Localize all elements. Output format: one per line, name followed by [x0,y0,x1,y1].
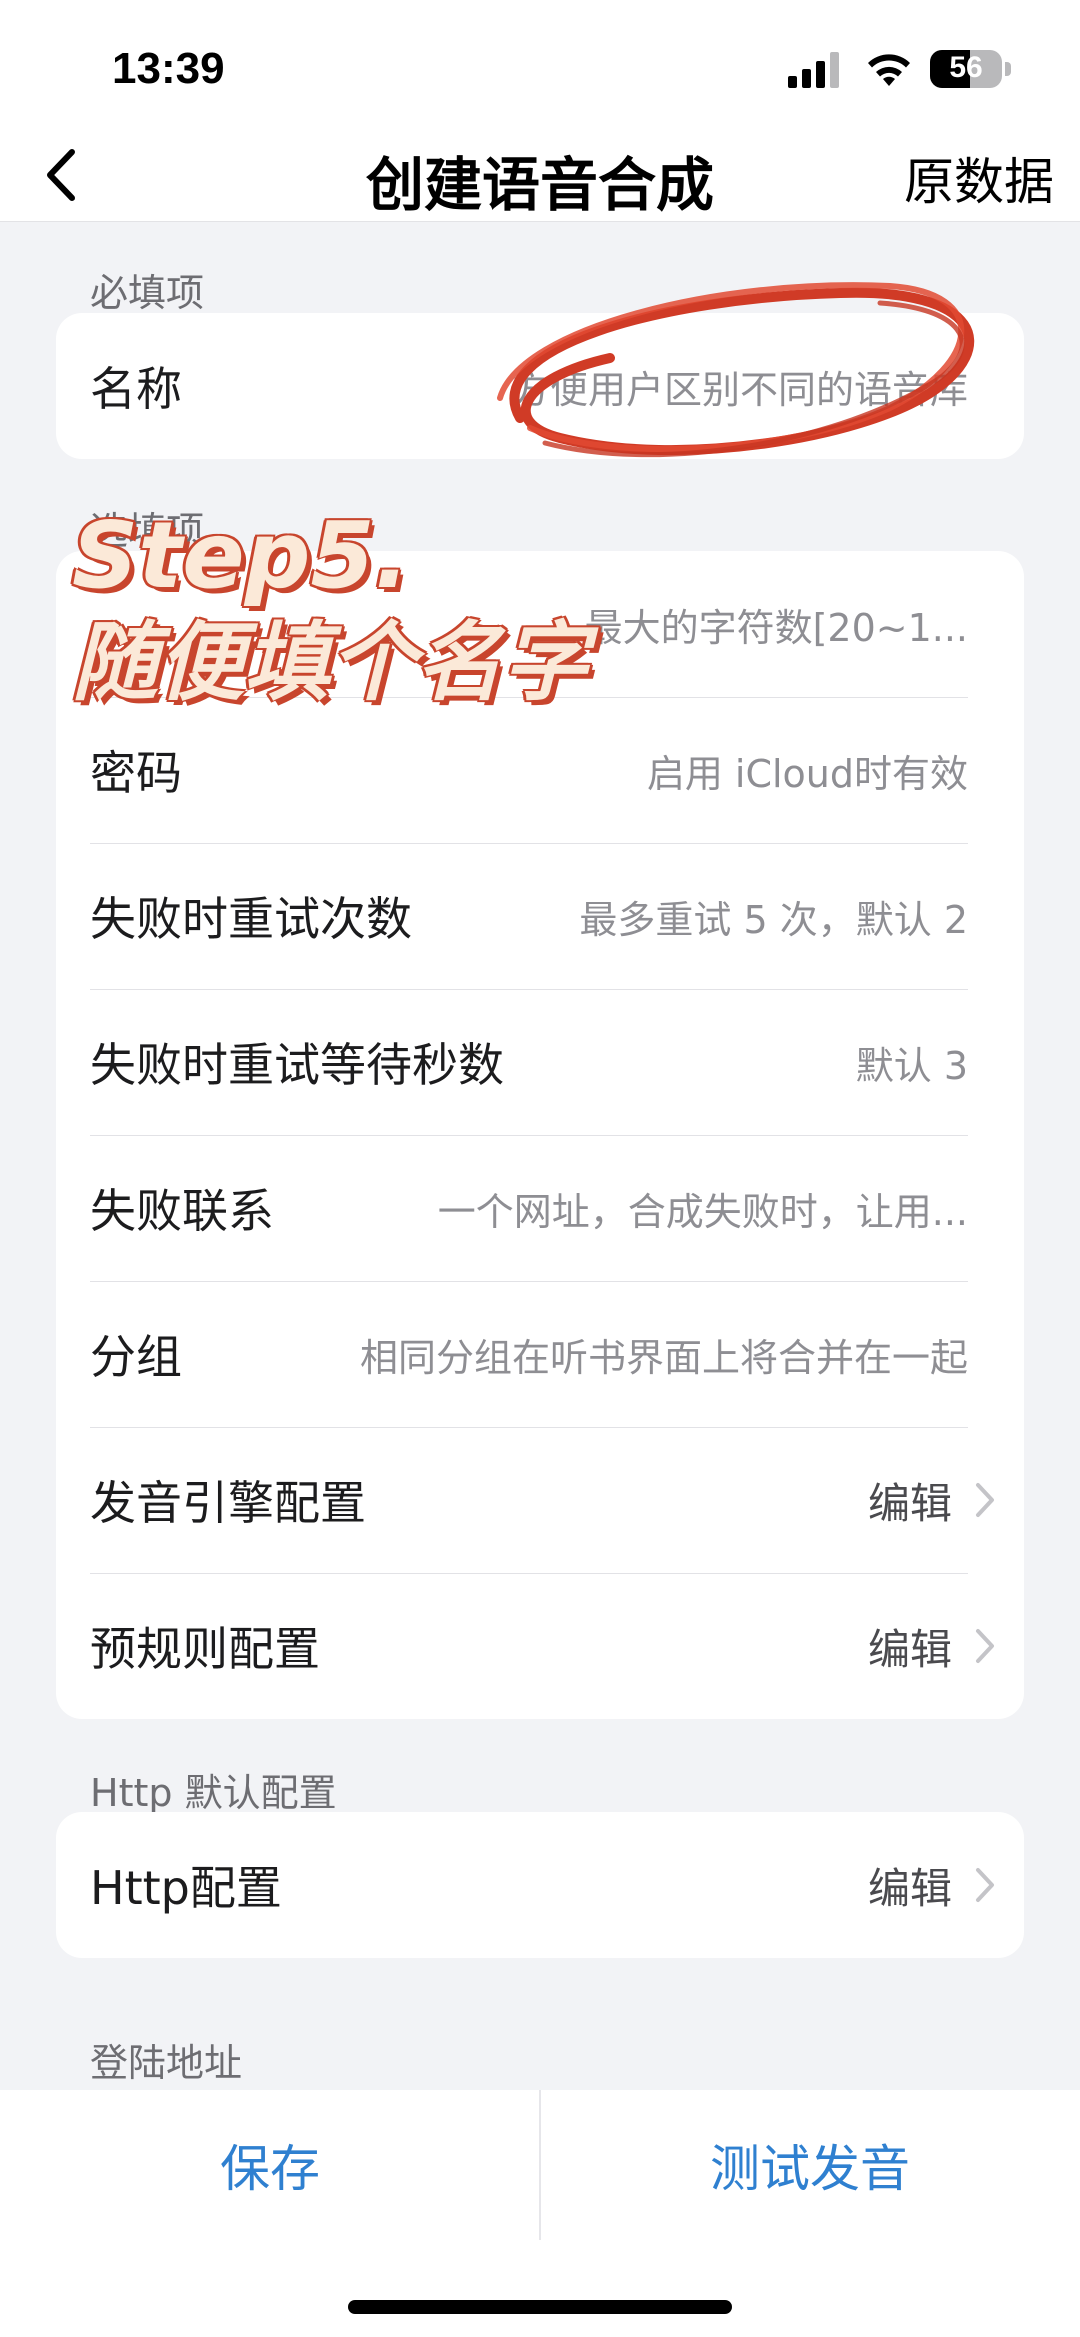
chevron-right-icon [976,1868,994,1902]
cellular-signal-icon [788,52,839,88]
battery-level: 56 [949,51,983,84]
pre-rule-edit-button[interactable]: 编辑 [868,1616,952,1677]
failure-contact-label: 失败联系 [90,1184,274,1238]
section-header-login: 登陆地址 [90,2041,243,2085]
http-card: Http配置 编辑 [56,1812,1024,1958]
annotation-circle [497,282,975,458]
group-input[interactable]: 相同分组在听书界面上将合并在一起 [320,1327,968,1382]
save-button[interactable]: 保存 [0,2090,540,2240]
pre-rule-config-label: 预规则配置 [90,1622,320,1676]
password-label: 密码 [90,746,182,800]
chevron-right-icon [976,1629,994,1663]
raw-data-button[interactable]: 原数据 [904,142,1054,214]
http-config-row[interactable]: Http配置 编辑 [56,1812,1024,1958]
failure-contact-input[interactable]: 一个网址，合成失败时，让用... [398,1181,968,1236]
pre-rule-config-row[interactable]: 预规则配置 编辑 [56,1573,1024,1719]
retry-wait-input[interactable]: 默认 3 [816,1035,968,1090]
overlay-step-instruction: 随便填个名字 [72,613,588,713]
chevron-right-icon [976,1483,994,1517]
retry-count-input[interactable]: 最多重试 5 次，默认 2 [539,889,968,944]
voice-engine-edit-button[interactable]: 编辑 [868,1470,952,1531]
retry-wait-row[interactable]: 失败时重试等待秒数 默认 3 [56,989,1024,1135]
max-chars-input[interactable]: 最大的字符数[20~1... [545,597,968,652]
group-row[interactable]: 分组 相同分组在听书界面上将合并在一起 [56,1281,1024,1427]
failure-contact-row[interactable]: 失败联系 一个网址，合成失败时，让用... [56,1135,1024,1281]
section-header-required: 必填项 [90,271,205,315]
retry-count-row[interactable]: 失败时重试次数 最多重试 5 次，默认 2 [56,843,1024,989]
name-label: 名称 [90,362,182,416]
retry-wait-label: 失败时重试等待秒数 [90,1038,504,1092]
http-config-label: Http配置 [90,1861,282,1915]
voice-engine-config-row[interactable]: 发音引擎配置 编辑 [56,1427,1024,1573]
section-header-http: Http 默认配置 [90,1771,337,1815]
http-edit-button[interactable]: 编辑 [868,1855,952,1916]
navigation-bar: 创建语音合成 原数据 [0,130,1080,222]
battery-tip [1005,62,1011,76]
test-voice-button[interactable]: 测试发音 [540,2090,1080,2240]
group-label: 分组 [90,1330,182,1384]
battery-icon: 56 [930,50,1002,88]
password-input[interactable]: 启用 iCloud时有效 [607,743,968,798]
retry-count-label: 失败时重试次数 [90,892,412,946]
status-time: 13:39 [112,44,225,93]
voice-engine-config-label: 发音引擎配置 [90,1476,366,1530]
wifi-icon [868,54,910,86]
optional-card: 最大的字符数[20~1... 密码 启用 iCloud时有效 失败时重试次数 最… [56,551,1024,1719]
status-bar: 13:39 56 [0,0,1080,130]
password-row[interactable]: 密码 启用 iCloud时有效 [56,697,1024,843]
home-indicator [348,2300,732,2314]
